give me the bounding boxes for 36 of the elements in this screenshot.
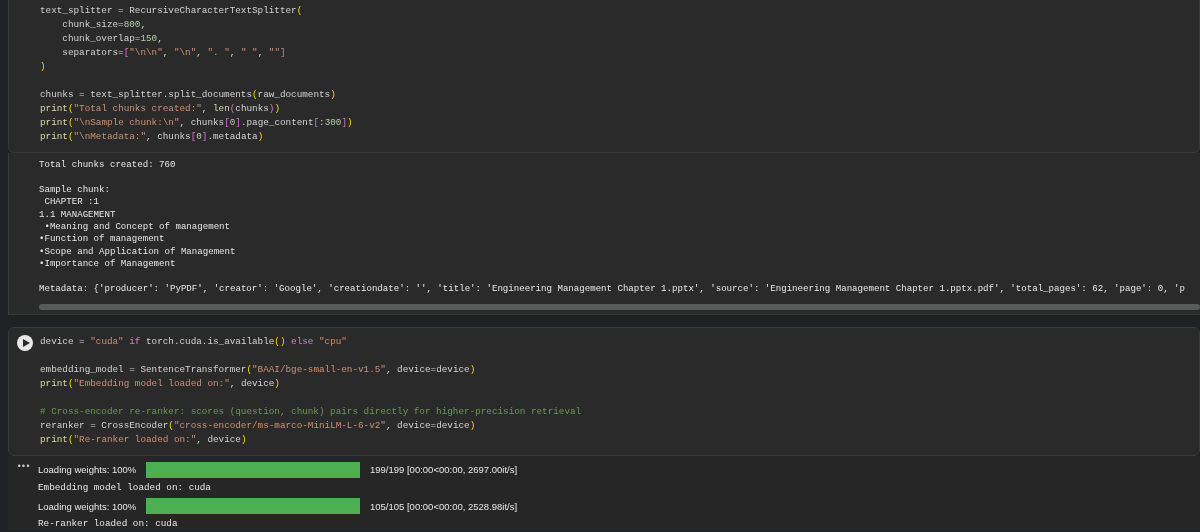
progress-label: Loading weights: 100%: [38, 500, 138, 512]
output-line: Metadata: {'producer': 'PyPDF', 'creator': 'Google', 'creationdate': '', 'title': 'Engineering Management Chapter 1.pptx', 'source': 'Engineering Management Chapter 1.pptx.pdf', 'total_pages': 62, 'page': 0, 'p: [39, 283, 1186, 296]
code-line: device = "cuda" if torch.cuda.is_available() else "cpu": [40, 334, 348, 349]
code-line: print("Embedding model loaded on:", device): [40, 376, 281, 391]
output-line: Re-ranker loaded on: cuda: [38, 518, 179, 531]
code-comment: # Cross-encoder re-ranker: scores (question, chunk) pairs directly for higher-precision retrieval: [40, 404, 582, 419]
output-menu-button[interactable]: •••: [16, 461, 30, 531]
progress-label: Loading weights: 100%: [38, 464, 138, 476]
output-line: 1.1 MANAGEMENT: [39, 208, 117, 221]
code-line: reranker = CrossEncoder("cross-encoder/ms-marco-MiniLM-L-6-v2", device=device): [40, 418, 477, 433]
code-line: text_splitter = RecursiveCharacterTextSplitter(: [40, 4, 304, 18]
code-line: print("Total chunks created:", len(chunks)): [40, 102, 281, 116]
output-line: Embedding model loaded on: cuda: [38, 481, 212, 495]
code-line: print("Re-ranker loaded on:", device): [40, 432, 248, 447]
code-line: ): [40, 60, 47, 74]
run-button[interactable]: [16, 334, 33, 351]
code-line: chunk_overlap=150,: [61, 32, 164, 46]
code-line: separators=["\n\n", "\n", ". ", " ", ""]: [61, 46, 287, 60]
progress-status: 105/105 [00:00<00:00, 2528.98it/s]: [370, 500, 518, 512]
output-line: •Importance of Management: [39, 258, 177, 271]
code-line: print("\nMetadata:", chunks[0].metadata): [40, 130, 265, 144]
output-line: •Scope and Application of Management: [39, 245, 237, 259]
code-line: embedding_model = SentenceTransformer("BAAI/bge-small-en-v1.5", device=device): [40, 362, 477, 377]
play-icon[interactable]: [20, 337, 31, 348]
output-line: Sample chunk:: [39, 183, 111, 197]
output-line: •Function of management: [39, 233, 166, 246]
output-line: Total chunks created: 760: [39, 159, 177, 172]
progress-status: 199/199 [00:00<00:00, 2697.00it/s]: [370, 464, 518, 476]
code-line: chunk_size=800,: [61, 18, 148, 32]
horizontal-scrollbar[interactable]: [39, 303, 1200, 310]
code-cell[interactable]: [8, 0, 1200, 153]
output-line: •Meaning and Concept of management: [43, 221, 231, 234]
output-line: CHAPTER :1: [43, 196, 101, 209]
code-line: chunks = text_splitter.split_documents(raw_documents): [40, 88, 337, 102]
code-cell[interactable]: [8, 326, 1200, 456]
code-line: print("\nSample chunk:\n", chunks[0].page_content[:300]): [40, 116, 353, 130]
